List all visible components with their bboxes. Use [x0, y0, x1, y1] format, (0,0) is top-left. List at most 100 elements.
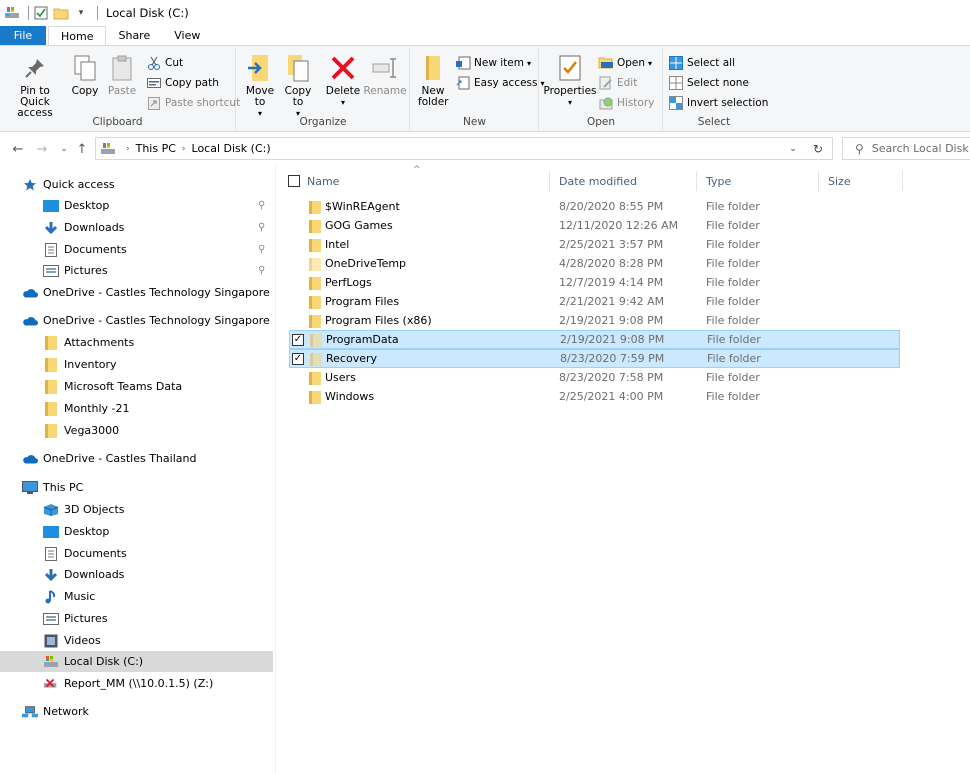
nav-item[interactable]: Videos	[0, 630, 273, 651]
title-bar: ▾ Local Disk (C:)	[0, 0, 970, 26]
file-name: $WinREAgent	[325, 200, 400, 213]
nav-item[interactable]: Network	[0, 701, 273, 722]
nav-item[interactable]: Vega3000	[0, 420, 273, 441]
cut-button[interactable]: Cut	[146, 54, 183, 72]
file-row[interactable]: ✓ ProgramData 2/19/2021 9:08 PM File folder	[289, 330, 900, 349]
file-row[interactable]: $WinREAgent 8/20/2020 8:55 PM File folder	[289, 197, 900, 216]
column-header-date[interactable]: Date modified	[559, 170, 637, 192]
edit-button[interactable]: Edit	[598, 74, 637, 92]
row-checkbox[interactable]: ✓	[292, 333, 304, 346]
nav-item[interactable]: Local Disk (C:)	[0, 651, 273, 672]
pin-icon[interactable]: ⚲	[258, 265, 265, 276]
nav-item[interactable]: Downloads ⚲	[0, 217, 273, 238]
delete-button[interactable]: Delete ▾	[323, 52, 363, 108]
column-divider[interactable]	[818, 171, 819, 191]
nav-item[interactable]: Desktop	[0, 521, 273, 542]
tab-file[interactable]: File	[0, 26, 46, 46]
select-all-button[interactable]: Select all	[668, 54, 735, 72]
file-row[interactable]: Program Files (x86) 2/19/2021 9:08 PM File…	[289, 311, 900, 330]
breadcrumb-chevron-icon[interactable]: ›	[182, 144, 186, 154]
nav-item[interactable]: This PC	[0, 477, 273, 498]
tab-share[interactable]: Share	[106, 26, 162, 46]
column-header-name[interactable]: Name	[307, 170, 339, 192]
file-row[interactable]: Program Files 2/21/2021 9:42 AM File folde…	[289, 292, 900, 311]
nav-item[interactable]: Report_MM (\\10.0.1.5) (Z:)	[0, 673, 273, 694]
column-header-size[interactable]: Size	[828, 170, 851, 192]
nav-item[interactable]: Monthly -21	[0, 398, 273, 419]
select-none-button[interactable]: Select none	[668, 74, 749, 92]
new-folder-quick-icon[interactable]	[53, 5, 69, 21]
tab-home[interactable]: Home	[48, 26, 107, 46]
open-button[interactable]: Open ▾	[598, 54, 652, 72]
new-item-button[interactable]: New item ▾	[455, 54, 531, 72]
nav-item[interactable]: Pictures	[0, 608, 273, 629]
file-row[interactable]: PerfLogs 12/7/2019 4:14 PM File folder	[289, 273, 900, 292]
nav-item[interactable]: Documents ⚲	[0, 239, 273, 260]
nav-item[interactable]: Pictures ⚲	[0, 260, 273, 281]
nav-item[interactable]: Desktop ⚲	[0, 195, 273, 216]
invert-selection-button[interactable]: Invert selection	[668, 94, 768, 112]
drive-icon[interactable]	[4, 5, 20, 21]
file-row[interactable]: Users 8/23/2020 7:58 PM File folder	[289, 368, 900, 387]
nav-item[interactable]: 3D Objects	[0, 499, 273, 520]
address-bar[interactable]: › This PC › Local Disk (C:) ⌄ ↻	[95, 137, 833, 160]
column-header-type[interactable]: Type	[706, 170, 731, 192]
paste-shortcut-button[interactable]: Paste shortcut	[146, 94, 240, 112]
copy-to-button[interactable]: Copy to ▾	[281, 52, 315, 119]
back-arrow-icon[interactable]: ←	[8, 139, 28, 159]
pin-icon[interactable]: ⚲	[258, 244, 265, 255]
search-box[interactable]: ⚲ Search Local Disk (C:)	[842, 137, 970, 160]
nav-item[interactable]: Attachments	[0, 332, 273, 353]
rename-button[interactable]: Rename	[363, 52, 407, 97]
breadcrumb-local-disk[interactable]: Local Disk (C:)	[192, 142, 271, 155]
nav-item[interactable]: OneDrive - Castles Technology Singapore …	[0, 310, 273, 331]
pin-to-quick-access-button[interactable]: Pin to Quick access	[4, 52, 66, 119]
nav-item[interactable]: Quick access	[0, 174, 273, 195]
nav-item[interactable]: Downloads	[0, 564, 273, 585]
refresh-icon[interactable]: ↻	[808, 138, 828, 159]
column-divider[interactable]	[902, 171, 903, 191]
column-divider[interactable]	[549, 171, 550, 191]
copy-path-button[interactable]: Copy path	[146, 74, 219, 92]
tab-view[interactable]: View	[162, 26, 212, 46]
quick-access-dropdown-icon[interactable]: ▾	[73, 5, 89, 21]
nav-item[interactable]: Music	[0, 586, 273, 607]
select-all-checkbox[interactable]	[288, 175, 300, 187]
forward-arrow-icon[interactable]: →	[32, 139, 52, 159]
invert-selection-label: Invert selection	[687, 97, 769, 109]
row-checkbox[interactable]: ✓	[292, 352, 304, 365]
pin-icon[interactable]: ⚲	[258, 222, 265, 233]
file-date-modified: 2/19/2021 9:08 PM	[559, 314, 664, 327]
move-to-button[interactable]: Move to ▾	[243, 52, 277, 119]
easy-access-icon	[455, 75, 471, 91]
breadcrumb-this-pc[interactable]: This PC	[136, 142, 176, 155]
column-divider[interactable]	[696, 171, 697, 191]
nav-item[interactable]: Documents	[0, 543, 273, 564]
properties-button[interactable]: Properties ▾	[543, 52, 597, 108]
new-folder-button[interactable]: New folder	[415, 52, 451, 108]
file-row[interactable]: OneDriveTemp 4/28/2020 8:28 PM File folder	[289, 254, 900, 273]
address-dropdown-icon[interactable]: ⌄	[784, 138, 802, 159]
nav-item[interactable]: Inventory	[0, 354, 273, 375]
nav-item-label: Local Disk (C:)	[64, 655, 144, 668]
history-button[interactable]: History	[598, 94, 654, 112]
nav-item[interactable]: Microsoft Teams Data	[0, 376, 273, 397]
pin-icon[interactable]: ⚲	[258, 200, 265, 211]
easy-access-button[interactable]: Easy access ▾	[455, 74, 545, 92]
nav-item-label: OneDrive - Castles Technology Singapore …	[43, 286, 273, 299]
nav-item[interactable]: OneDrive - Castles Thailand	[0, 448, 273, 469]
nav-item[interactable]: OneDrive - Castles Technology Singapore …	[0, 282, 273, 303]
file-row[interactable]: ✓ Recovery 8/23/2020 7:59 PM File folder	[289, 349, 900, 368]
recent-locations-chevron-icon[interactable]: ⌄	[54, 139, 74, 159]
paste-button[interactable]: Paste	[104, 52, 140, 97]
file-row[interactable]: Intel 2/25/2021 3:57 PM File folder	[289, 235, 900, 254]
breadcrumb-chevron-icon[interactable]: ›	[126, 144, 130, 154]
onedrive-icon	[22, 313, 38, 329]
edit-label: Edit	[617, 77, 638, 89]
up-arrow-icon[interactable]: ↑	[72, 139, 92, 159]
copy-button[interactable]: Copy	[68, 52, 102, 97]
properties-quick-icon[interactable]	[33, 5, 49, 21]
ribbon-tabs: File Home Share View	[0, 26, 970, 46]
file-row[interactable]: Windows 2/25/2021 4:00 PM File folder	[289, 387, 900, 406]
file-row[interactable]: GOG Games 12/11/2020 12:26 AM File folder	[289, 216, 900, 235]
